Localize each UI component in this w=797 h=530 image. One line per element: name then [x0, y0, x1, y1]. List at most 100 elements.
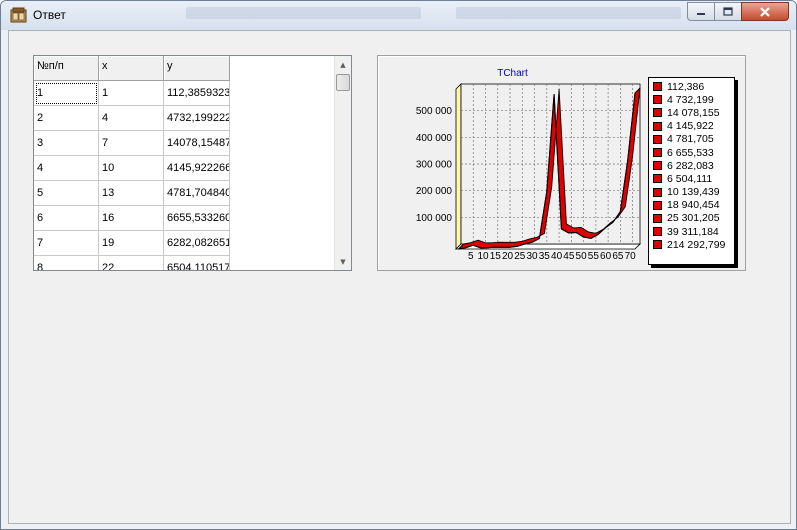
legend-label: 10 139,439: [667, 186, 720, 199]
scrollbar-thumb[interactable]: [336, 74, 350, 91]
scroll-down-arrow-icon[interactable]: ▼: [335, 253, 351, 270]
legend-label: 112,386: [667, 80, 705, 93]
grid-cell[interactable]: 13: [99, 181, 164, 206]
grid-cell[interactable]: 19: [99, 231, 164, 256]
results-grid[interactable]: №п/п x y 1 1 112,3859323 2 4 4732,199222…: [33, 55, 352, 271]
chart-x-tick-label: 40: [551, 251, 563, 262]
legend-item: 214 292,799: [653, 238, 734, 251]
chart-x-tick-label: 45: [563, 251, 575, 262]
grid-cell[interactable]: 3: [34, 131, 99, 156]
chart-x-tick-label: 70: [625, 251, 637, 262]
grid-cell[interactable]: 4781,704840: [164, 181, 230, 206]
legend-swatch: [653, 134, 662, 144]
grid-cell[interactable]: 5: [34, 181, 99, 206]
legend-swatch: [653, 174, 662, 184]
grid-cell[interactable]: 4: [34, 156, 99, 181]
legend-label: 4 781,705: [667, 133, 714, 146]
chart-x-tick-label: 60: [600, 251, 612, 262]
chart-series-segment: [568, 231, 577, 234]
legend-swatch: [653, 187, 662, 197]
chart-y-tick-label: 100 000: [416, 213, 453, 224]
legend-swatch: [653, 82, 662, 92]
grid-header-x[interactable]: x: [99, 56, 164, 81]
grid-header-y[interactable]: y: [164, 56, 230, 81]
background-blur: [186, 7, 421, 19]
legend-swatch: [653, 213, 662, 223]
grid-cell[interactable]: 6: [34, 206, 99, 231]
grid-header-index[interactable]: №п/п: [34, 56, 99, 81]
minimize-icon: [697, 12, 705, 15]
legend-swatch: [653, 95, 662, 105]
grid-vertical-scrollbar[interactable]: ▲ ▼: [334, 56, 351, 270]
grid-cell[interactable]: 2: [34, 106, 99, 131]
grid-cell[interactable]: 7: [34, 231, 99, 256]
grid-cell[interactable]: 4732,199222: [164, 106, 230, 131]
legend-label: 4 732,199: [667, 93, 714, 106]
legend-item: 4 781,705: [653, 133, 734, 146]
chart-y-tick-label: 200 000: [416, 186, 453, 197]
legend-label: 25 301,205: [667, 212, 720, 225]
legend-item: 6 504,111: [653, 172, 734, 185]
grid-cell[interactable]: 22: [99, 256, 164, 270]
legend-swatch: [653, 121, 662, 131]
chart-x-tick-label: 30: [526, 251, 538, 262]
answer-window: Ответ №п/п x y 1 1 112,3859323 2 4 4732,…: [0, 0, 797, 530]
legend-label: 6 282,083: [667, 159, 714, 172]
grid-cell[interactable]: 8: [34, 256, 99, 270]
legend-item: 25 301,205: [653, 212, 734, 225]
close-icon: [760, 6, 770, 17]
title-bar[interactable]: Ответ: [1, 1, 796, 30]
grid-cell[interactable]: 7: [99, 131, 164, 156]
chart-x-tick-label: 65: [612, 251, 624, 262]
chart-x-tick-label: 55: [588, 251, 600, 262]
legend-item: 6 655,533: [653, 146, 734, 159]
legend-label: 214 292,799: [667, 238, 726, 251]
legend-item: 4 732,199: [653, 93, 734, 106]
grid-cell[interactable]: 14078,15487: [164, 131, 230, 156]
close-button[interactable]: [741, 2, 789, 21]
legend-swatch: [653, 148, 662, 158]
grid-cell[interactable]: 6504,110517: [164, 256, 230, 270]
grid-cell[interactable]: 1: [99, 81, 164, 106]
legend-label: 14 078,155: [667, 106, 720, 119]
legend-label: 18 940,454: [667, 199, 720, 212]
grid-cell[interactable]: 112,3859323: [164, 81, 230, 106]
chart-x-tick-label: 15: [490, 251, 502, 262]
chart-y-tick-label: 500 000: [416, 106, 453, 117]
legend-item: 18 940,454: [653, 199, 734, 212]
legend-swatch: [653, 108, 662, 118]
legend-swatch: [653, 161, 662, 171]
grid-cell[interactable]: 10: [99, 156, 164, 181]
legend-item: 112,386: [653, 80, 734, 93]
grid-cell[interactable]: 1: [34, 81, 99, 106]
chart-x-tick-label: 25: [514, 251, 526, 262]
grid-cell[interactable]: 6282,082651: [164, 231, 230, 256]
legend-label: 4 145,922: [667, 120, 714, 133]
chart-x-tick-label: 20: [502, 251, 514, 262]
window-title: Ответ: [33, 8, 66, 22]
legend-item: 14 078,155: [653, 106, 734, 119]
minimize-button[interactable]: [687, 2, 715, 21]
legend-label: 6 655,533: [667, 146, 714, 159]
legend-swatch: [653, 240, 662, 250]
chart-x-tick-label: 35: [539, 251, 551, 262]
grid-cell[interactable]: 4145,922266: [164, 156, 230, 181]
app-window-icon: [10, 7, 27, 23]
grid-body: №п/п x y 1 1 112,3859323 2 4 4732,199222…: [34, 56, 336, 270]
grid-cell[interactable]: 6655,533260: [164, 206, 230, 231]
chart-y-tick-label: 400 000: [416, 133, 453, 144]
maximize-button[interactable]: [714, 2, 742, 21]
legend-item: 4 145,922: [653, 120, 734, 133]
legend-swatch: [653, 227, 662, 237]
chart-x-tick-label: 50: [576, 251, 588, 262]
grid-cell[interactable]: 4: [99, 106, 164, 131]
chart-x-tick-label: 10: [477, 251, 489, 262]
legend-swatch: [653, 200, 662, 210]
chart-legend: 112,386 4 732,199 14 078,155 4 145,922 4 781…: [648, 77, 735, 265]
background-blur: [456, 7, 681, 19]
chart-title: TChart: [497, 68, 528, 79]
grid-cell[interactable]: 16: [99, 206, 164, 231]
scroll-up-arrow-icon[interactable]: ▲: [335, 56, 351, 73]
legend-item: 6 282,083: [653, 159, 734, 172]
legend-item: 10 139,439: [653, 186, 734, 199]
